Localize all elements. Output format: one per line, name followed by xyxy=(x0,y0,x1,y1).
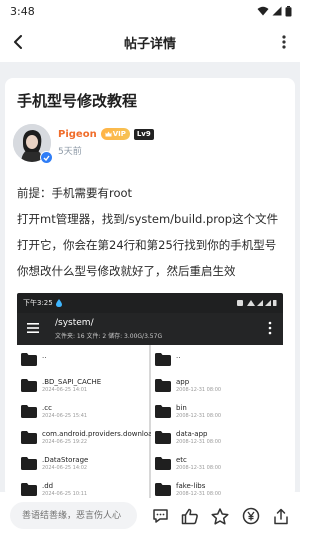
verified-badge xyxy=(40,151,53,164)
post-time: 5天前 xyxy=(58,147,82,157)
yen-coin-icon xyxy=(242,507,260,525)
file-name: .DataStorage xyxy=(42,456,89,464)
folder-icon xyxy=(155,483,171,496)
file-date: 2008-12-31 08:00 xyxy=(176,413,222,419)
file-row[interactable]: .. xyxy=(151,349,283,375)
folder-icon xyxy=(155,379,171,392)
back-button[interactable] xyxy=(4,28,32,56)
folder-icon xyxy=(155,353,171,366)
file-row[interactable]: .cc 2024-06-25 15:41 xyxy=(17,401,149,427)
wifi-icon xyxy=(257,6,269,16)
more-vertical-icon xyxy=(282,35,286,49)
status-bar: 3:48 xyxy=(0,0,300,22)
post-title: 手机型号修改教程 xyxy=(17,92,138,110)
file-row[interactable]: data-app 2008-12-31 08:00 xyxy=(151,427,283,453)
more-button[interactable] xyxy=(272,28,296,56)
file-panes: .. .BD_SAPI_CACHE 2024-06-25 14:01 .cc 2024-… xyxy=(17,345,283,498)
file-name: etc xyxy=(176,456,187,464)
bottom-bar xyxy=(0,498,300,533)
file-date: 2024-06-25 19:22 xyxy=(42,439,88,445)
image-status-time: 下午3:25 xyxy=(23,299,53,307)
file-row[interactable]: .DataStorage 2024-06-25 14:02 xyxy=(17,453,149,479)
battery-icon xyxy=(285,5,292,16)
file-name: .dd xyxy=(42,482,54,490)
check-icon xyxy=(43,155,50,161)
folder-icon xyxy=(21,483,37,496)
file-row[interactable]: .. xyxy=(17,349,149,375)
file-date: 2008-12-31 08:00 xyxy=(176,491,222,497)
post-image[interactable]: 下午3:25 /system/ 文件夹: 16 文件: 2 储存: 3.00G/… xyxy=(17,293,283,498)
folder-icon xyxy=(21,457,37,470)
comment-input[interactable] xyxy=(10,502,137,529)
folder-icon xyxy=(21,405,37,418)
author-row: Pigeon VIP Lv9 xyxy=(58,128,154,140)
file-date: 2024-06-25 14:02 xyxy=(42,465,88,471)
file-name: fake-libs xyxy=(176,482,206,490)
folder-icon xyxy=(21,431,37,444)
file-row[interactable]: bin 2008-12-31 08:00 xyxy=(151,401,283,427)
file-date: 2024-06-25 15:41 xyxy=(42,413,88,419)
image-path: /system/ xyxy=(55,318,94,328)
content-paragraph: 打开mt管理器，找到/system/build.prop这个文件 xyxy=(17,212,279,226)
status-icons xyxy=(257,5,292,17)
thumbs-up-icon xyxy=(181,508,198,524)
image-info: 文件夹: 16 文件: 2 储存: 3.00G/3.57G xyxy=(55,333,163,340)
post-card: 手机型号修改教程 Pigeon VIP Lv9 5天前 前提：手机需要有root… xyxy=(5,78,295,498)
folder-icon xyxy=(155,431,171,444)
file-date: 2008-12-31 08:00 xyxy=(176,387,222,393)
file-row[interactable]: com.android.providers.downloads.ui 2024-0… xyxy=(17,427,169,453)
more-vertical-icon xyxy=(268,321,272,335)
file-name: .BD_SAPI_CACHE xyxy=(42,378,102,386)
favorite-button[interactable] xyxy=(209,505,231,527)
vip-label: VIP xyxy=(112,130,126,138)
content-paragraph: 打开它，你会在第24行和第25行找到你的手机型号 xyxy=(17,238,277,252)
share-icon xyxy=(274,508,288,524)
author-name[interactable]: Pigeon xyxy=(58,129,97,140)
level-badge: Lv9 xyxy=(133,128,154,140)
app-bar: 帖子详情 xyxy=(0,22,300,62)
file-name: .. xyxy=(176,352,181,360)
signal-icon xyxy=(272,6,282,16)
file-name: data-app xyxy=(176,430,208,438)
file-row[interactable]: etc 2008-12-31 08:00 xyxy=(151,453,283,479)
folder-icon xyxy=(155,405,171,418)
comment-icon xyxy=(152,509,168,523)
file-date: 2024-06-25 14:01 xyxy=(42,387,88,393)
page-title: 帖子详情 xyxy=(123,36,176,52)
post-content: 前提：手机需要有root 打开mt管理器，找到/system/build.pro… xyxy=(17,186,289,290)
left-pane: .. .BD_SAPI_CACHE 2024-06-25 14:01 .cc 2024-… xyxy=(17,345,169,498)
file-date: 2024-06-25 10:11 xyxy=(42,491,88,497)
file-name: .. xyxy=(42,352,47,360)
image-status-bar: 下午3:25 xyxy=(17,293,283,313)
image-toolbar: /system/ 文件夹: 16 文件: 2 储存: 3.00G/3.57G xyxy=(17,313,283,345)
file-row[interactable]: fake-libs 2008-12-31 08:00 xyxy=(151,479,283,498)
share-button[interactable] xyxy=(270,505,292,527)
drop-icon xyxy=(55,299,62,307)
file-row[interactable]: .dd 2024-06-25 10:11 xyxy=(17,479,149,498)
status-time: 3:48 xyxy=(10,4,35,18)
file-date: 2008-12-31 08:00 xyxy=(176,439,222,445)
comment-button[interactable] xyxy=(149,505,171,527)
menu-icon xyxy=(27,323,39,333)
like-button[interactable] xyxy=(179,505,201,527)
vip-badge: VIP xyxy=(100,128,130,140)
file-name: .cc xyxy=(42,404,52,412)
file-name: bin xyxy=(176,404,187,412)
file-row[interactable]: .BD_SAPI_CACHE 2024-06-25 14:01 xyxy=(17,375,149,401)
content-paragraph: 前提：手机需要有root xyxy=(17,186,133,200)
image-status-icons xyxy=(237,300,277,306)
file-row[interactable]: app 2008-12-31 08:00 xyxy=(151,375,283,401)
right-pane: .. app 2008-12-31 08:00 bin 2008-12-31 08:00… xyxy=(151,345,283,498)
content-paragraph: 你想改什么型号修改就好了，然后重启生效 xyxy=(17,264,236,278)
star-icon xyxy=(211,507,229,525)
file-date: 2008-12-31 08:00 xyxy=(176,465,222,471)
chevron-left-icon xyxy=(14,35,22,49)
folder-icon xyxy=(21,379,37,392)
folder-icon xyxy=(21,353,37,366)
file-name: app xyxy=(176,378,190,386)
folder-icon xyxy=(155,457,171,470)
reward-button[interactable] xyxy=(240,505,262,527)
crown-icon xyxy=(105,131,112,137)
